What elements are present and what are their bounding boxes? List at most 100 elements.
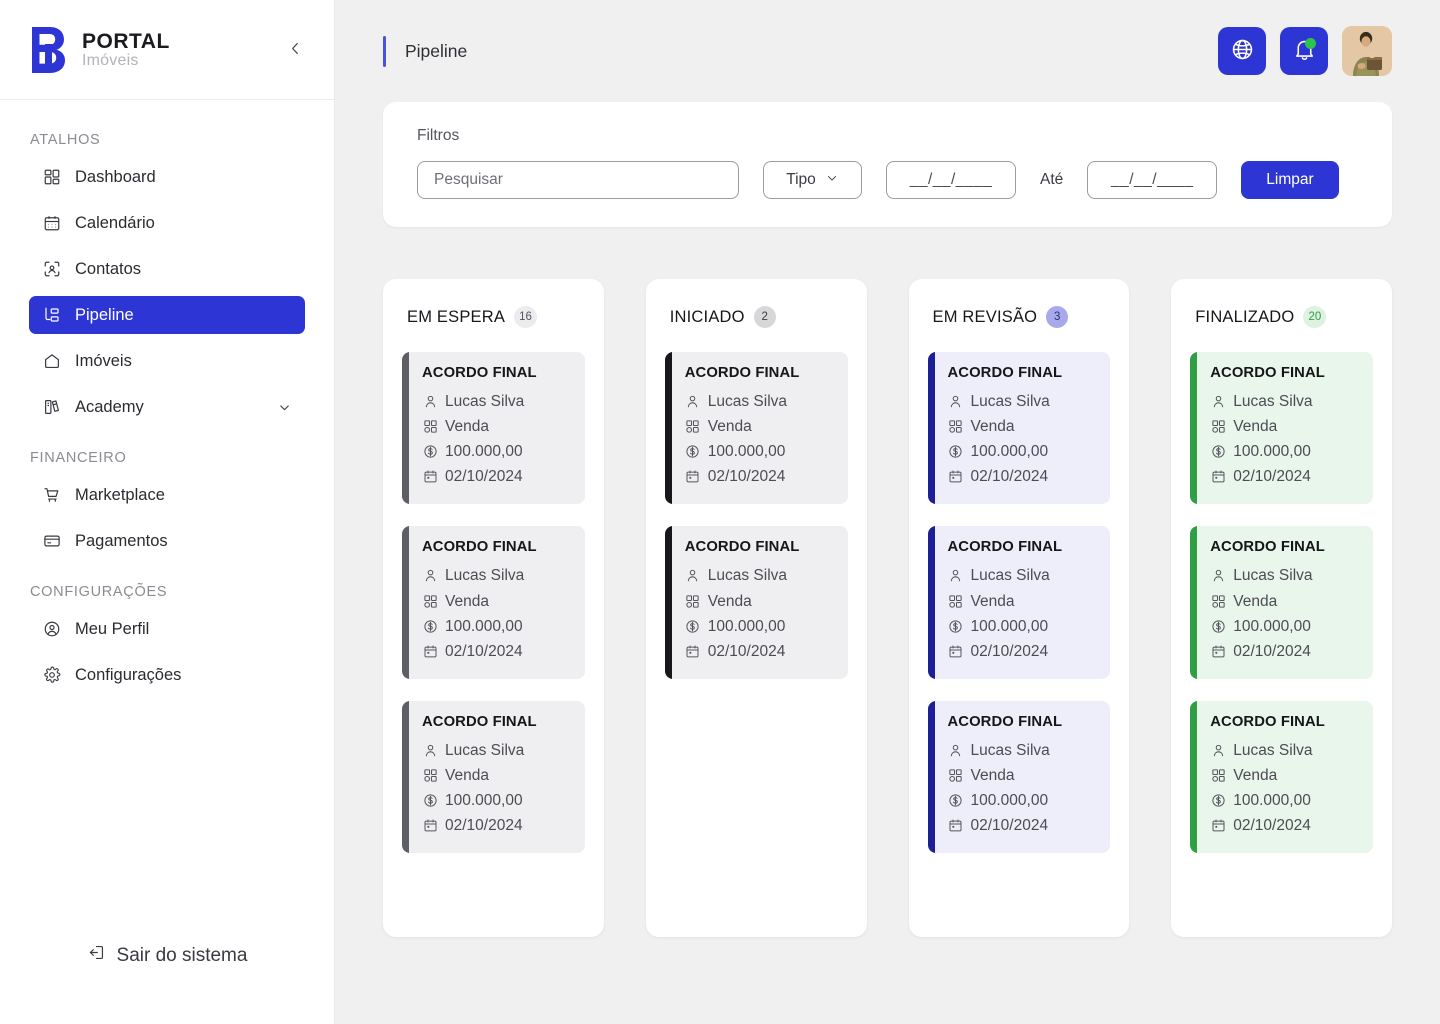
kanban-card-value: 100.000,00 xyxy=(422,614,571,639)
kanban-card-value-text: 100.000,00 xyxy=(1233,792,1311,810)
type-select[interactable]: Tipo xyxy=(763,161,862,199)
person-icon xyxy=(685,394,701,410)
kanban-card-type-text: Venda xyxy=(445,592,489,610)
portal-b-logo-icon xyxy=(28,25,72,75)
kanban-card[interactable]: ACORDO FINAL Lucas Silva Venda 100.000,00 02… xyxy=(1190,526,1373,679)
kanban-card-status-stripe xyxy=(1190,700,1198,854)
nav-section-label-atalhos: ATALHOS xyxy=(30,132,101,148)
kanban-card-value: 100.000,00 xyxy=(1210,788,1359,813)
sidebar-item-pipeline[interactable]: Pipeline xyxy=(29,296,305,334)
calendar-icon xyxy=(42,213,62,233)
kanban-card-body: ACORDO FINAL Lucas Silva Venda 100.000,00 02… xyxy=(409,526,585,678)
sidebar: PORTAL Imóveis ATALHOS Dashboard Calendá… xyxy=(0,0,335,1024)
kanban-card-body: ACORDO FINAL Lucas Silva Venda 100.000,00 02… xyxy=(1197,352,1373,504)
sidebar-item-dashboard[interactable]: Dashboard xyxy=(29,158,305,196)
kanban-card-type: Venda xyxy=(1210,589,1359,614)
dollar-circle-icon xyxy=(1210,618,1226,634)
category-icon xyxy=(948,768,964,784)
sidebar-collapse-button[interactable] xyxy=(282,37,308,63)
kanban-card-value: 100.000,00 xyxy=(1210,614,1359,639)
kanban-card-status-stripe xyxy=(927,352,935,505)
sidebar-item-academy[interactable]: Academy xyxy=(29,388,305,426)
date-from-input[interactable]: __/__/____ xyxy=(886,161,1016,199)
kanban-card-value: 100.000,00 xyxy=(948,614,1097,639)
kanban-card-date-text: 02/10/2024 xyxy=(1233,642,1311,660)
kanban-card[interactable]: ACORDO FINAL Lucas Silva Venda 100.000,00 02… xyxy=(402,700,585,854)
notifications-button[interactable] xyxy=(1280,27,1328,75)
home-icon xyxy=(42,351,62,371)
sidebar-header: PORTAL Imóveis xyxy=(0,0,334,100)
kanban-card-date-text: 02/10/2024 xyxy=(707,468,786,486)
kanban-card-body: ACORDO FINAL Lucas Silva Venda 100.000,00 02… xyxy=(409,352,585,504)
kanban-card-person: Lucas Silva xyxy=(948,738,1097,763)
kanban-card-date-text: 02/10/2024 xyxy=(970,817,1049,835)
logout-button[interactable]: Sair do sistema xyxy=(87,943,247,968)
calendar-icon xyxy=(422,818,438,834)
kanban-card-value: 100.000,00 xyxy=(685,614,834,639)
kanban-card[interactable]: ACORDO FINAL Lucas Silva Venda 100.000,00 02… xyxy=(1190,352,1373,505)
kanban-card-value-text: 100.000,00 xyxy=(1233,443,1311,461)
kanban-card-type: Venda xyxy=(948,763,1097,788)
sidebar-item-meu-perfil[interactable]: Meu Perfil xyxy=(29,610,305,648)
kanban-card-status-stripe xyxy=(402,352,409,505)
calendar-icon xyxy=(422,469,438,485)
kanban-card[interactable]: ACORDO FINAL Lucas Silva Venda 100.000,00 02… xyxy=(402,526,585,679)
sidebar-item-pagamentos[interactable]: Pagamentos xyxy=(29,522,305,560)
kanban-card-body: ACORDO FINAL Lucas Silva Venda 100.000,00 02… xyxy=(672,352,848,504)
sidebar-item-imoveis[interactable]: Imóveis xyxy=(29,342,305,380)
sidebar-item-configuracoes[interactable]: Configurações xyxy=(29,656,305,694)
kanban-card-status-stripe xyxy=(402,700,409,854)
kanban-card-type-text: Venda xyxy=(970,766,1015,784)
kanban-card[interactable]: ACORDO FINAL Lucas Silva Venda 100.000,00 02… xyxy=(402,352,585,505)
kanban-card-list: ACORDO FINAL Lucas Silva Venda 100.000,00 02… xyxy=(927,352,1111,854)
kanban-card-person-text: Lucas Silva xyxy=(1233,567,1313,585)
kanban-card[interactable]: ACORDO FINAL Lucas Silva Venda 100.000,00 02… xyxy=(927,352,1111,505)
kanban-card-person: Lucas Silva xyxy=(948,389,1097,414)
kanban-card[interactable]: ACORDO FINAL Lucas Silva Venda 100.000,00 02… xyxy=(664,526,848,679)
title-accent-rule xyxy=(383,35,386,67)
user-avatar[interactable] xyxy=(1342,26,1392,76)
kanban-card-date-text: 02/10/2024 xyxy=(707,642,786,660)
calendar-icon xyxy=(1210,643,1226,659)
clear-filters-button[interactable]: Limpar xyxy=(1241,161,1339,199)
kanban-card-type-text: Venda xyxy=(970,592,1015,610)
kanban-card-person-text: Lucas Silva xyxy=(445,393,525,410)
chevron-down-icon xyxy=(825,171,839,190)
credit-card-icon xyxy=(42,531,62,551)
category-icon xyxy=(948,593,964,609)
dashboard-icon xyxy=(42,167,62,187)
kanban-card[interactable]: ACORDO FINAL Lucas Silva Venda 100.000,00 02… xyxy=(927,526,1111,679)
kanban-card-person-text: Lucas Silva xyxy=(707,393,788,410)
person-icon xyxy=(948,394,964,410)
chevron-down-icon[interactable] xyxy=(277,400,292,415)
kanban-card-title: ACORDO FINAL xyxy=(684,539,800,556)
kanban-card-body: ACORDO FINAL Lucas Silva Venda 100.000,00 02… xyxy=(935,352,1111,504)
dollar-circle-icon xyxy=(1210,444,1226,460)
sidebar-item-label: Configurações xyxy=(75,665,182,684)
sidebar-item-marketplace[interactable]: Marketplace xyxy=(29,476,305,514)
kanban-card-date: 02/10/2024 xyxy=(422,464,571,489)
search-input[interactable] xyxy=(417,161,739,199)
kanban-card-person-text: Lucas Silva xyxy=(707,567,788,585)
sidebar-item-calendario[interactable]: Calendário xyxy=(29,204,305,242)
kanban-card[interactable]: ACORDO FINAL Lucas Silva Venda 100.000,00 02… xyxy=(927,700,1111,854)
date-to-input[interactable]: __/__/____ xyxy=(1087,161,1218,199)
sidebar-item-contatos[interactable]: Contatos xyxy=(29,250,305,288)
kanban-card-date-text: 02/10/2024 xyxy=(970,642,1049,660)
brand[interactable]: PORTAL Imóveis xyxy=(28,25,170,75)
kanban-card-date-text: 02/10/2024 xyxy=(445,817,523,835)
kanban-card-body: ACORDO FINAL Lucas Silva Venda 100.000,00 02… xyxy=(935,701,1111,853)
language-button[interactable] xyxy=(1218,27,1266,75)
kanban-card-body: ACORDO FINAL Lucas Silva Venda 100.000,00 02… xyxy=(1197,701,1373,853)
kanban-card-person-text: Lucas Silva xyxy=(970,567,1050,585)
kanban-card[interactable]: ACORDO FINAL Lucas Silva Venda 100.000,00 02… xyxy=(1190,700,1373,854)
kanban-card[interactable]: ACORDO FINAL Lucas Silva Venda 100.000,00 02… xyxy=(664,352,848,505)
kanban-card-person-text: Lucas Silva xyxy=(1233,741,1313,759)
filters-label: Filtros xyxy=(417,127,460,144)
kanban-card-value-text: 100.000,00 xyxy=(970,443,1049,461)
kanban-card-type: Venda xyxy=(1210,414,1359,439)
sidebar-item-label: Dashboard xyxy=(75,167,156,186)
calendar-icon xyxy=(422,643,438,659)
kanban-card-title: ACORDO FINAL xyxy=(422,713,537,730)
kanban-column: FINALIZADO 20 ACORDO FINAL Lucas Silva Venda… xyxy=(1171,279,1392,937)
